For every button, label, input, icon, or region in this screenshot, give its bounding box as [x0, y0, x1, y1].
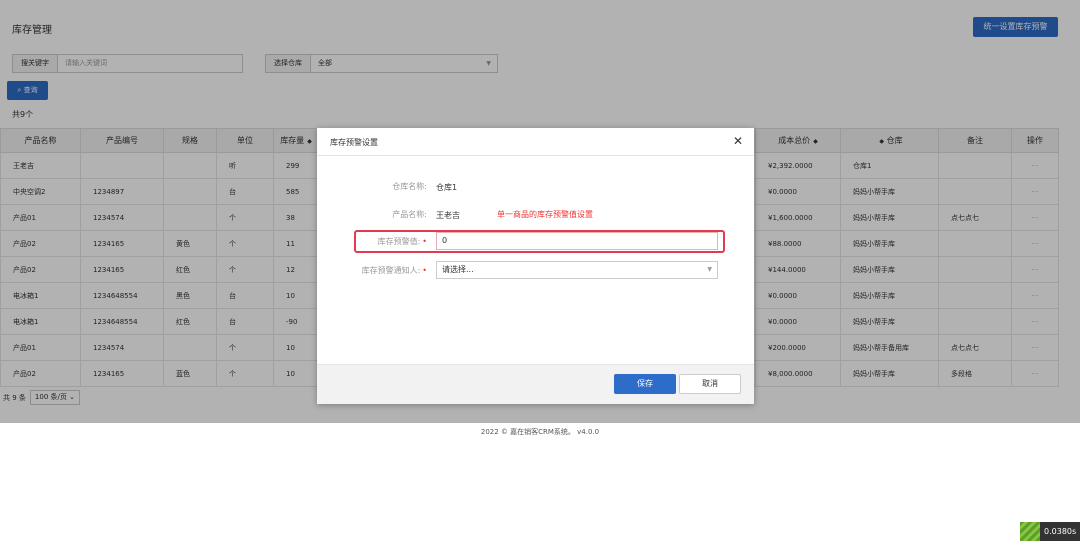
warehouse-name-label: 仓库名称: — [392, 182, 427, 191]
warehouse-name-value: 仓库1 — [436, 183, 458, 192]
cancel-button[interactable]: 取消 — [679, 374, 741, 394]
save-button[interactable]: 保存 — [614, 374, 676, 394]
stock-warning-dialog: 库存预警设置 ✕ 仓库名称: 仓库1 产品名称: 王老吉 单一商品的库存预警值设… — [317, 128, 754, 404]
performance-badge: 0.0380s — [1020, 522, 1080, 541]
notify-select[interactable]: 请选择... ▼ — [436, 261, 718, 279]
product-name-value: 王老吉 — [436, 211, 460, 220]
notify-label-wrap: 库存预警通知人: • — [317, 265, 427, 276]
product-name-label: 产品名称: — [392, 210, 427, 219]
speed-icon — [1020, 522, 1040, 541]
dialog-header: 库存预警设置 ✕ — [317, 128, 754, 156]
chevron-down-icon: ▼ — [707, 266, 712, 273]
close-icon[interactable]: ✕ — [733, 134, 743, 148]
dialog-footer: 保存 取消 — [317, 364, 754, 404]
warning-note: 单一商品的库存预警值设置 — [497, 210, 593, 219]
threshold-label: 库存预警值: — [377, 237, 421, 246]
required-mark: • — [422, 237, 427, 246]
required-mark: • — [422, 266, 427, 275]
footer-copyright: 2022 © 嘉在销客CRM系统。 v4.0.0 — [480, 428, 600, 436]
notify-label: 库存预警通知人: — [361, 266, 421, 275]
threshold-input[interactable]: 0 — [436, 232, 718, 250]
threshold-label-wrap: 库存预警值: • — [317, 236, 427, 247]
notify-select-placeholder: 请选择... — [442, 265, 474, 274]
dialog-title: 库存预警设置 — [330, 138, 378, 147]
load-time: 0.0380s — [1040, 522, 1080, 541]
